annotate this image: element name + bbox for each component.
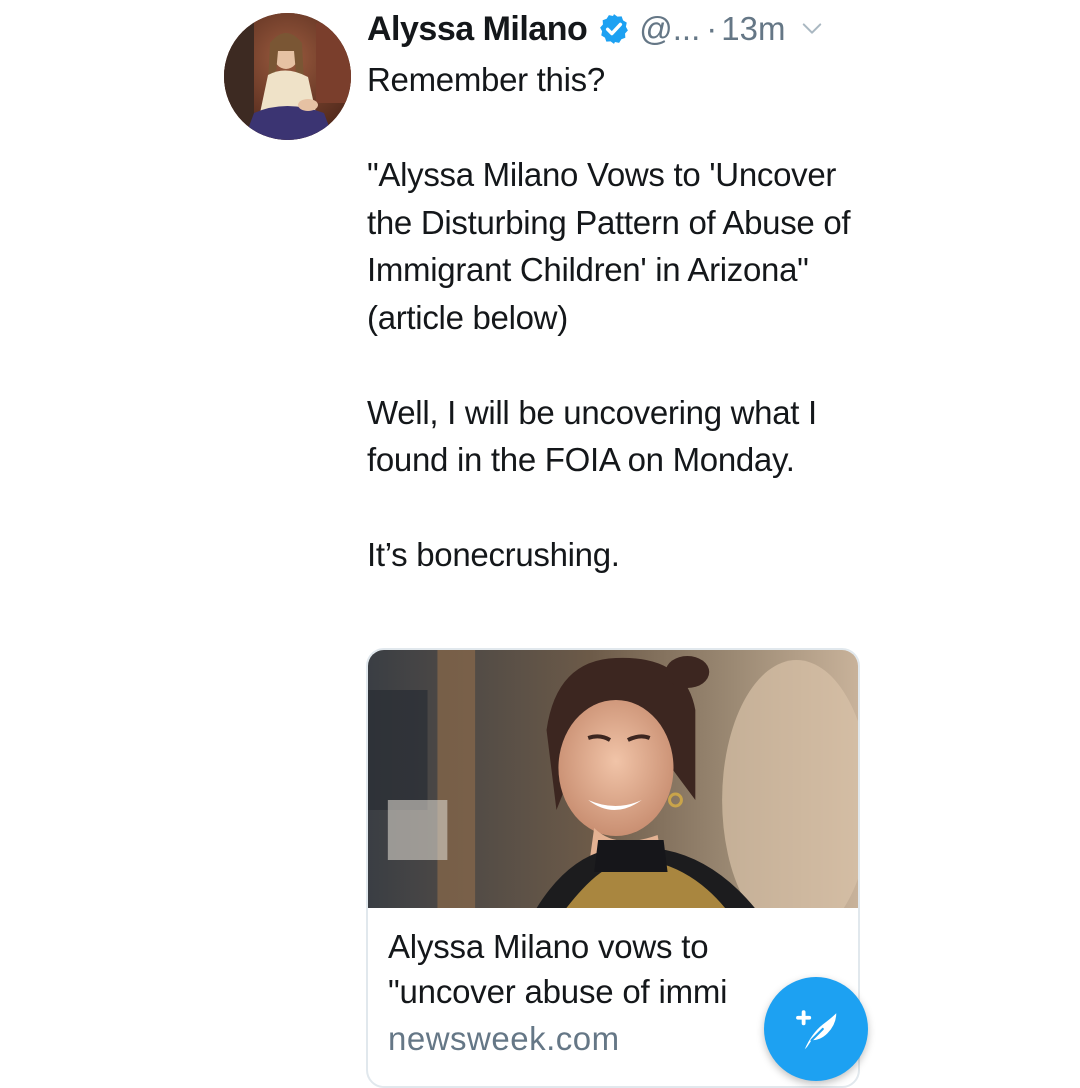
tweet-text-paragraph: "Alyssa Milano Vows to 'Uncover the Dist… — [367, 156, 851, 336]
avatar[interactable] — [224, 13, 351, 140]
author-name[interactable]: Alyssa Milano — [367, 10, 588, 49]
tweet-body: Remember this? "Alyssa Milano Vows to 'U… — [367, 56, 877, 579]
link-preview-image — [368, 650, 858, 908]
verified-badge-icon — [600, 14, 629, 44]
compose-tweet-button[interactable] — [764, 977, 868, 1081]
separator-dot: · — [706, 10, 718, 47]
tweet-text-paragraph: Remember this? — [367, 61, 605, 98]
avatar-image — [224, 13, 351, 140]
link-preview-title-line: Alyssa Milano vows to — [388, 928, 709, 965]
timestamp[interactable]: 13m — [721, 10, 785, 48]
tweet-text-paragraph: It’s bonecrushing. — [367, 536, 620, 573]
author-handle[interactable]: @... — [639, 10, 700, 48]
tweet-header: Alyssa Milano @... · 13m — [367, 8, 823, 50]
tweet: Alyssa Milano @... · 13m Remember this? … — [0, 0, 1080, 1088]
tweet-text-paragraph: Well, I will be uncovering what I found … — [367, 393, 817, 479]
chevron-down-icon[interactable] — [801, 18, 823, 40]
compose-tweet-icon — [796, 1010, 837, 1050]
